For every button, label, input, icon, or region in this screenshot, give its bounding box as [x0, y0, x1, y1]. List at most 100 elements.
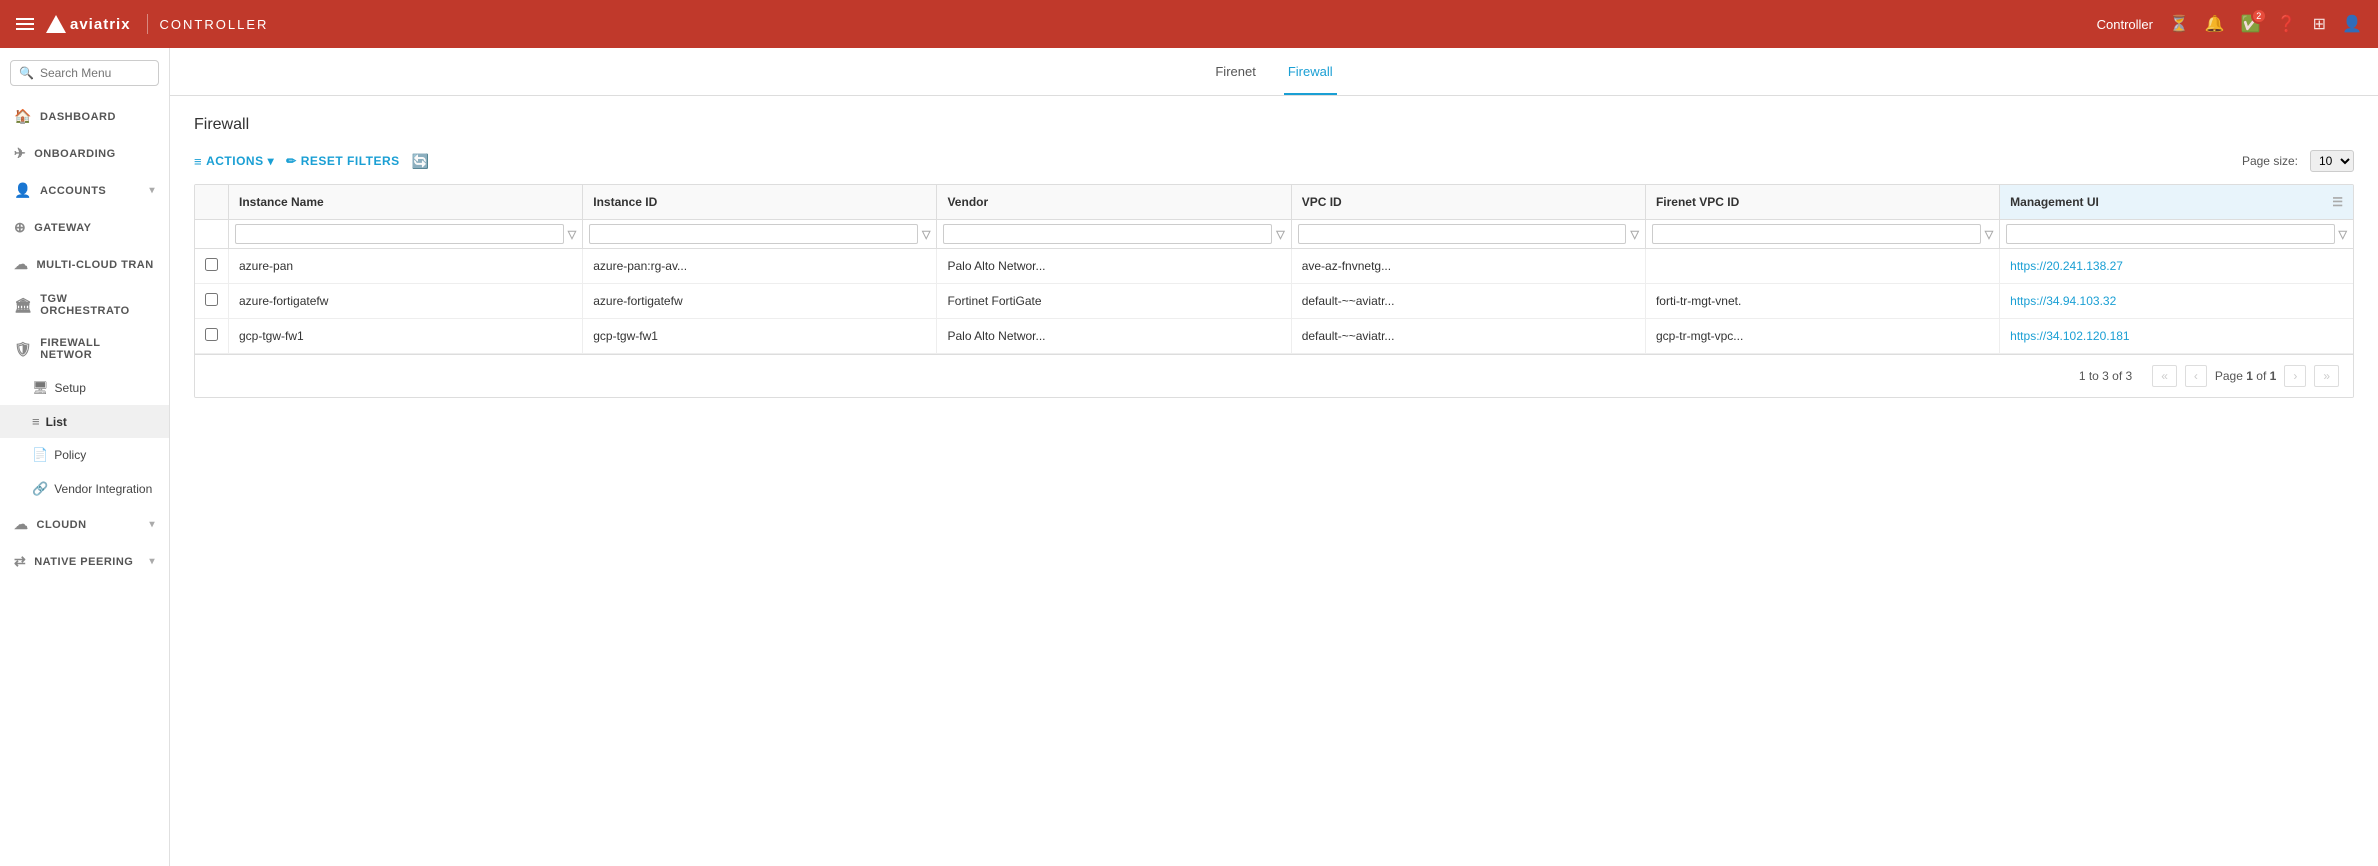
list-icon: ≡ [32, 414, 40, 429]
th-firenet-vpc-id[interactable]: Firenet VPC ID [1645, 185, 1999, 220]
filter-management-ui-input[interactable] [2006, 224, 2334, 244]
sidebar-item-label: Firewall Networ [40, 337, 155, 361]
cell-vendor: Fortinet FortiGate [937, 284, 1291, 319]
sidebar-item-dashboard[interactable]: 🏠 Dashboard [0, 98, 169, 135]
sidebar-sub-vendor-integration[interactable]: 🔗 Vendor Integration [0, 472, 169, 506]
user-icon[interactable]: 👤 [2342, 14, 2362, 34]
filter-vendor-input[interactable] [943, 224, 1272, 244]
search-box[interactable]: 🔍 [10, 60, 159, 86]
page-text: Page [2215, 369, 2243, 383]
sidebar-item-gateway[interactable]: ⊕ Gateway [0, 209, 169, 246]
table-header-row: Instance Name Instance ID Vendor VPC ID [195, 185, 2353, 220]
checkmark-icon[interactable]: ✅ 2 [2241, 14, 2261, 34]
sidebar-item-cloudn[interactable]: ☁ CloudN ▾ [0, 506, 169, 543]
first-page-button[interactable]: « [2152, 365, 2177, 387]
last-page-button[interactable]: » [2314, 365, 2339, 387]
filter-instance-id-input[interactable] [589, 224, 918, 244]
row-checkbox[interactable] [205, 328, 218, 341]
col-menu-icon[interactable]: ☰ [2332, 195, 2343, 209]
reset-label: RESET FILTERS [301, 154, 400, 168]
filter-vpc-id: ▽ [1291, 220, 1645, 249]
th-instance-id[interactable]: Instance ID [583, 185, 937, 220]
topnav-right: Controller ⏳ 🔔 ✅ 2 ❓ ⊞ 👤 [2097, 14, 2362, 34]
filter-vendor: ▽ [937, 220, 1291, 249]
th-vendor[interactable]: Vendor [937, 185, 1291, 220]
tab-firewall[interactable]: Firewall [1284, 50, 1337, 95]
filter-icon[interactable]: ▽ [1276, 228, 1284, 241]
sidebar-item-label: Dashboard [40, 111, 116, 123]
sidebar-sub-label: List [46, 415, 67, 429]
apps-icon[interactable]: ⊞ [2313, 14, 2326, 34]
cell-vpc-id: default-~~aviatr... [1291, 319, 1645, 354]
row-checkbox-cell[interactable] [195, 284, 229, 319]
col-management-ui-label: Management UI [2010, 195, 2099, 209]
sidebar-item-label: Native Peering [34, 556, 133, 568]
cell-firenet-vpc-id: gcp-tr-mgt-vpc... [1645, 319, 1999, 354]
row-checkbox[interactable] [205, 258, 218, 271]
sidebar-item-tgw[interactable]: 🏛 TGW Orchestrato [0, 283, 169, 327]
row-checkbox-cell[interactable] [195, 319, 229, 354]
filter-icon[interactable]: ▽ [922, 228, 930, 241]
topnav: aviatrix Controller Controller ⏳ 🔔 ✅ 2 ❓… [0, 0, 2378, 48]
cell-management-ui[interactable]: https://34.94.103.32 [2000, 284, 2353, 319]
filter-instance-name-input[interactable] [235, 224, 564, 244]
sidebar-sub-setup[interactable]: 🖥 Setup [0, 371, 169, 405]
page-label: Page 1 of 1 [2215, 369, 2276, 383]
cell-management-ui[interactable]: https://34.102.120.181 [2000, 319, 2353, 354]
filter-checkbox-cell [195, 220, 229, 249]
timer-icon[interactable]: ⏳ [2169, 14, 2189, 34]
col-vpc-id-label: VPC ID [1302, 195, 1342, 209]
cell-vpc-id: default-~~aviatr... [1291, 284, 1645, 319]
main-content: Firenet Firewall Firewall ≡ ACTIONS ▾ ✏ … [170, 48, 2378, 866]
filter-icon[interactable]: ▽ [1985, 228, 1993, 241]
sidebar-item-accounts[interactable]: 👤 Accounts ▾ [0, 172, 169, 209]
cell-instance-id: azure-pan:rg-av... [583, 249, 937, 284]
sidebar-item-label: Accounts [40, 185, 106, 197]
help-icon[interactable]: ❓ [2277, 14, 2297, 34]
sidebar-item-label: Multi-Cloud Tran [37, 259, 154, 271]
col-vendor-label: Vendor [947, 195, 988, 209]
row-checkbox-cell[interactable] [195, 249, 229, 284]
tab-firenet[interactable]: Firenet [1211, 50, 1259, 95]
filter-management-ui: ▽ [2000, 220, 2353, 249]
page-size-select[interactable]: 10 25 50 [2310, 150, 2354, 172]
th-vpc-id[interactable]: VPC ID [1291, 185, 1645, 220]
filter-icon[interactable]: ▽ [568, 228, 576, 241]
sidebar-item-label: Onboarding [34, 148, 115, 160]
prev-page-button[interactable]: ‹ [2185, 365, 2207, 387]
bell-icon[interactable]: 🔔 [2205, 14, 2225, 34]
next-page-button[interactable]: › [2284, 365, 2306, 387]
chevron-down-icon: ▾ [149, 185, 155, 196]
cloudn-icon: ☁ [14, 516, 29, 533]
filter-icon[interactable]: ▽ [2339, 228, 2347, 241]
th-management-ui[interactable]: Management UI ☰ [2000, 185, 2353, 220]
sidebar-sub-policy[interactable]: 📄 Policy [0, 438, 169, 472]
sidebar-item-native-peering[interactable]: ⇄ Native Peering ▾ [0, 543, 169, 580]
filter-firenet-vpc-id-input[interactable] [1652, 224, 1981, 244]
table-row: gcp-tgw-fw1 gcp-tgw-fw1 Palo Alto Networ… [195, 319, 2353, 354]
refresh-button[interactable]: 🔄 [412, 153, 429, 170]
dashboard-icon: 🏠 [14, 108, 32, 125]
firewall-icon: 🛡 [14, 341, 32, 358]
hamburger-menu[interactable] [16, 18, 34, 30]
sidebar-sub-list[interactable]: ≡ List [0, 405, 169, 438]
search-input[interactable] [40, 66, 150, 80]
sidebar-item-label: Gateway [34, 222, 91, 234]
actions-button[interactable]: ≡ ACTIONS ▾ [194, 154, 274, 169]
reset-filters-button[interactable]: ✏ RESET FILTERS [286, 154, 400, 168]
row-checkbox[interactable] [205, 293, 218, 306]
nav-divider [147, 14, 148, 34]
sidebar-item-onboarding[interactable]: ✈ Onboarding [0, 135, 169, 172]
filter-icon[interactable]: ▽ [1630, 228, 1638, 241]
actions-label: ACTIONS [206, 154, 264, 168]
sidebar-sub-label: Setup [55, 381, 86, 395]
controller-right-label: Controller [2097, 17, 2153, 32]
th-instance-name[interactable]: Instance Name [229, 185, 583, 220]
sidebar-item-firewall[interactable]: 🛡 Firewall Networ [0, 327, 169, 371]
filter-vpc-id-input[interactable] [1298, 224, 1627, 244]
cell-firenet-vpc-id: forti-tr-mgt-vnet. [1645, 284, 1999, 319]
actions-chevron-icon: ▾ [268, 154, 275, 168]
cell-vendor: Palo Alto Networ... [937, 319, 1291, 354]
cell-management-ui[interactable]: https://20.241.138.27 [2000, 249, 2353, 284]
sidebar-item-multicloud[interactable]: ☁ Multi-Cloud Tran [0, 246, 169, 283]
